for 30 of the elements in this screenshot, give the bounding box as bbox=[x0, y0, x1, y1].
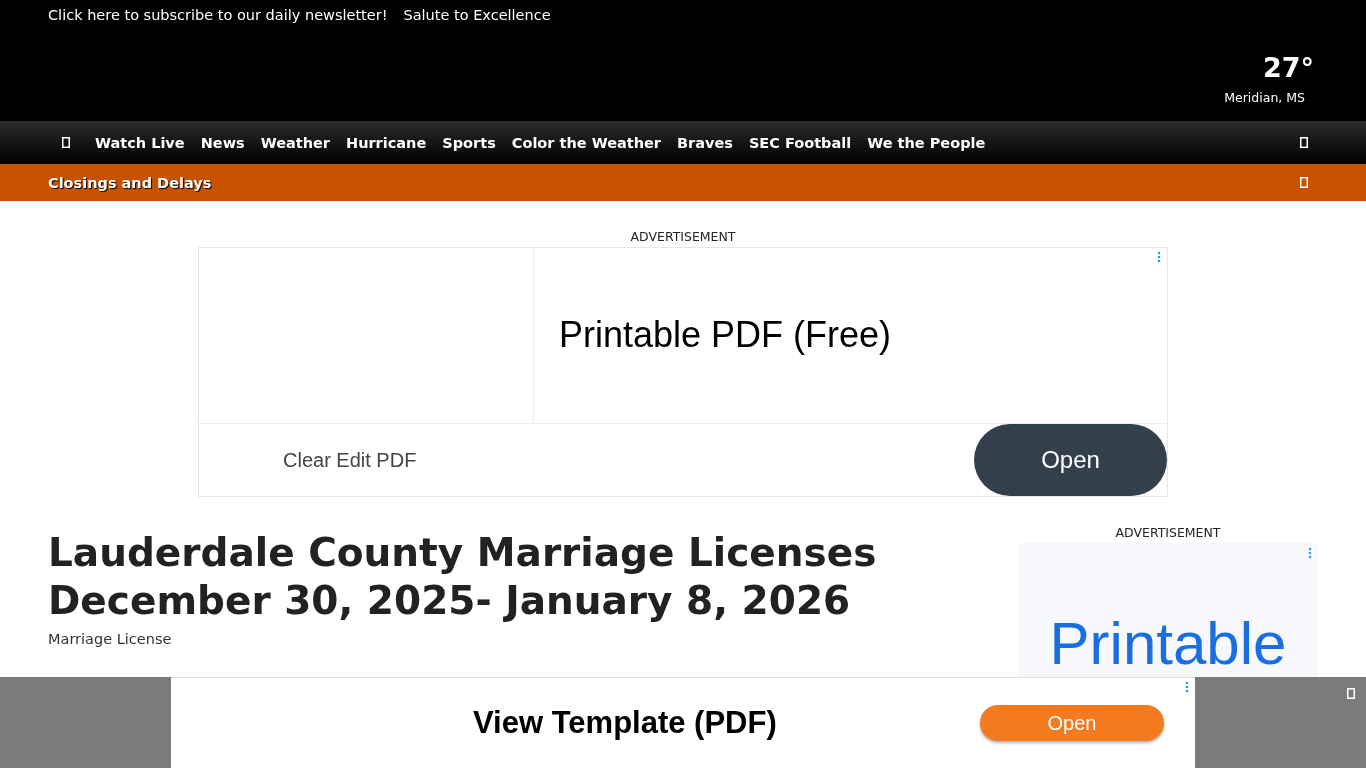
missing-glyph-icon[interactable] bbox=[62, 137, 70, 148]
nav-link[interactable]: Sports bbox=[442, 134, 496, 151]
ad-headline: Printable bbox=[1049, 609, 1287, 677]
ad-banner[interactable]: Printable PDF (Free) Clear Edit PDF Open bbox=[198, 247, 1168, 497]
alert-link[interactable]: Closings and Delays bbox=[48, 174, 212, 191]
ad-headline: View Template (PDF) bbox=[473, 705, 777, 741]
ad-headline: Printable PDF (Free) bbox=[559, 314, 892, 357]
nav-link[interactable]: SEC Football bbox=[748, 134, 852, 151]
nav-link[interactable]: Color the Weather bbox=[511, 134, 661, 151]
nav-link[interactable]: We the People bbox=[867, 134, 986, 151]
broken-image-alt-text: Marriage License bbox=[48, 631, 172, 647]
nav-link[interactable]: Weather bbox=[260, 134, 330, 151]
article-title: Lauderdale County Marriage Licenses December 30, 2025- January 8, 2026 bbox=[48, 529, 878, 625]
header-link[interactable]: Click here to subscribe to our daily newsletter! bbox=[48, 7, 388, 27]
open-button[interactable]: Open bbox=[974, 424, 1167, 496]
location-label: Meridian, MS bbox=[1224, 90, 1305, 105]
header-link[interactable]: Salute to Excellence bbox=[403, 7, 551, 27]
ad-label: ADVERTISEMENT bbox=[1115, 525, 1221, 540]
more-options-icon[interactable] bbox=[1308, 547, 1312, 559]
ad-subtext: Clear Edit PDF bbox=[283, 448, 417, 472]
more-options-icon[interactable] bbox=[1185, 681, 1189, 693]
nav-link[interactable]: Hurricane bbox=[346, 134, 427, 151]
temperature: 27° bbox=[1262, 52, 1314, 84]
nav-link[interactable]: Watch Live bbox=[95, 134, 185, 151]
missing-glyph-icon[interactable] bbox=[1300, 137, 1308, 148]
nav-link[interactable]: News bbox=[200, 134, 245, 151]
ad-label: ADVERTISEMENT bbox=[630, 229, 736, 244]
ad-banner[interactable]: View Template (PDF) Open bbox=[171, 677, 1195, 768]
nav-link[interactable]: Braves bbox=[677, 134, 733, 151]
more-options-icon[interactable] bbox=[1157, 251, 1161, 263]
